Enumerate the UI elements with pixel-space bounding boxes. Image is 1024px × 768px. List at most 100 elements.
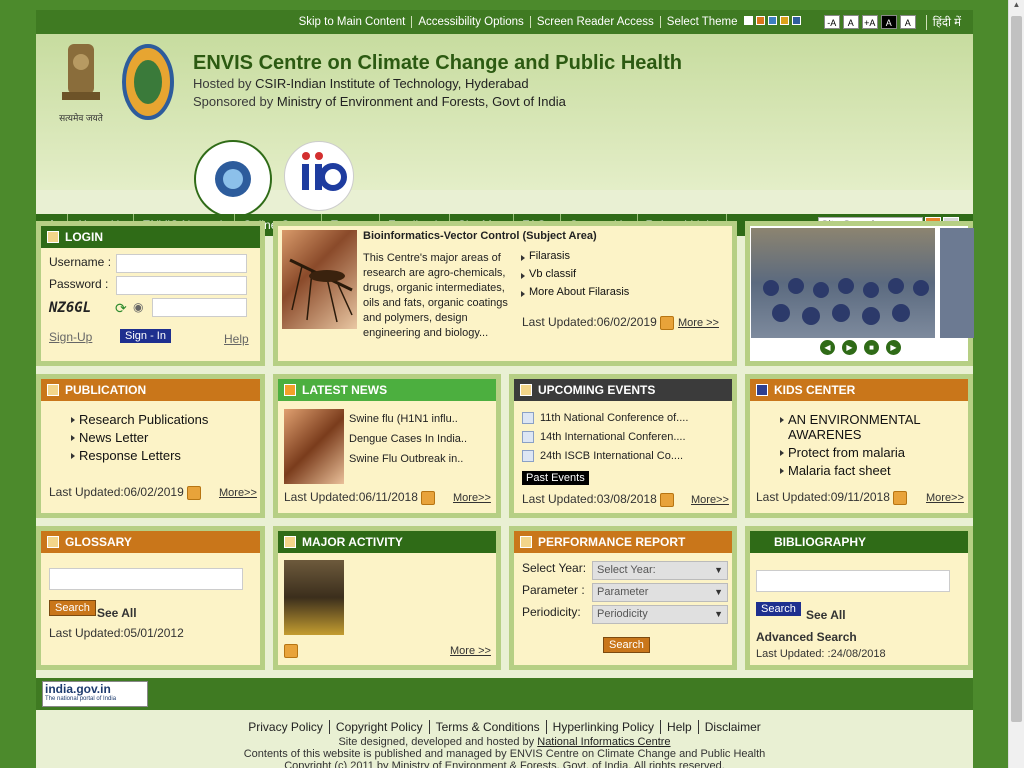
- news-item[interactable]: Swine flu (H1N1 influ..: [349, 409, 467, 429]
- accessibility-options-link[interactable]: Accessibility Options: [412, 16, 531, 28]
- past-events-button[interactable]: Past Events: [522, 471, 589, 485]
- help-link[interactable]: Help: [224, 332, 249, 346]
- font-normal-button[interactable]: A: [842, 15, 859, 29]
- glossary-search-input[interactable]: [49, 568, 243, 590]
- privacy-policy-link[interactable]: Privacy Policy: [242, 720, 330, 734]
- protect-from-malaria-link[interactable]: Protect from malaria: [788, 445, 905, 460]
- signin-button[interactable]: Sign - In: [120, 329, 171, 343]
- india-gov-sub: The national portal of India: [45, 696, 117, 702]
- filarasis-link[interactable]: Filarasis: [529, 250, 570, 262]
- search-icon[interactable]: [893, 490, 908, 505]
- copyright-policy-link[interactable]: Copyright Policy: [329, 720, 430, 734]
- glossary-see-all-link[interactable]: See All: [97, 606, 137, 620]
- search-icon[interactable]: [660, 315, 675, 330]
- stop-icon[interactable]: ■: [864, 340, 879, 355]
- emblem-motto: सत्यमेव जयते: [59, 113, 103, 123]
- kids-more-link[interactable]: More>>: [926, 492, 964, 504]
- audio-captcha-icon[interactable]: ◉: [133, 300, 143, 314]
- publication-header: PUBLICATION: [41, 379, 260, 401]
- event-link[interactable]: 11th National Conference of....: [540, 412, 688, 424]
- hyperlinking-policy-link[interactable]: Hyperlinking Policy: [546, 720, 662, 734]
- vertical-scrollbar[interactable]: ▲: [1008, 0, 1024, 768]
- password-input[interactable]: [116, 276, 247, 295]
- feature-more-link[interactable]: More >>: [678, 317, 719, 329]
- more-about-filarasis-link[interactable]: More About Filarasis: [529, 286, 629, 298]
- search-icon[interactable]: [421, 490, 436, 505]
- footer-help-link[interactable]: Help: [661, 720, 699, 734]
- event-link[interactable]: 24th ISCB International Co....: [540, 450, 683, 462]
- username-input[interactable]: [116, 254, 247, 273]
- event-link[interactable]: 14th International Conferen....: [540, 431, 686, 443]
- sponsor-link[interactable]: Ministry of Environment and Forests, Gov…: [277, 94, 566, 109]
- contents-note: Contents of this website is published an…: [243, 748, 766, 760]
- bibliography-search-button[interactable]: Search: [756, 602, 801, 616]
- nic-link[interactable]: National Informatics Centre: [537, 736, 670, 748]
- bibliography-updated: Last Updated: :24/08/2018: [756, 648, 886, 660]
- theme-darkblue-swatch[interactable]: [791, 16, 801, 25]
- scroll-up-icon[interactable]: ▲: [1009, 0, 1024, 14]
- theme-yellow-swatch[interactable]: [779, 16, 789, 25]
- login-body: Username : Password : NZ6GL ⟳ ◉ Sign-Up …: [41, 248, 260, 361]
- calendar-icon: [522, 450, 534, 463]
- bibliography-search-input[interactable]: [756, 570, 950, 592]
- research-publications-link[interactable]: Research Publications: [79, 412, 208, 427]
- events-title: UPCOMING EVENTS: [538, 383, 656, 397]
- news-item[interactable]: Swine Flu Outbreak in..: [349, 449, 467, 469]
- events-header: UPCOMING EVENTS: [514, 379, 732, 401]
- news-letter-link[interactable]: News Letter: [79, 430, 148, 445]
- contrast-dark-button[interactable]: A: [880, 15, 897, 29]
- bibliography-see-all-link[interactable]: See All: [806, 608, 846, 622]
- theme-orange-swatch[interactable]: [755, 16, 765, 25]
- calendar-icon: [522, 431, 534, 444]
- disclaimer-link[interactable]: Disclaimer: [699, 720, 767, 734]
- event-item: 24th ISCB International Co....: [522, 447, 688, 466]
- signup-link[interactable]: Sign-Up: [49, 330, 92, 344]
- terms-conditions-link[interactable]: Terms & Conditions: [429, 720, 547, 734]
- previous-icon[interactable]: ◀: [820, 340, 835, 355]
- skip-to-main-link[interactable]: Skip to Main Content: [293, 16, 413, 28]
- events-updated-text: Last Updated:03/08/2018: [522, 492, 657, 506]
- publication-more-link[interactable]: More>>: [219, 487, 257, 499]
- glossary-title: GLOSSARY: [65, 535, 132, 549]
- login-icon: [47, 231, 59, 243]
- response-letters-link[interactable]: Response Letters: [79, 448, 181, 463]
- search-icon[interactable]: [187, 485, 202, 500]
- captcha-input[interactable]: [152, 298, 247, 317]
- footer: india.gov.in The national portal of Indi…: [36, 678, 973, 768]
- sponsored-by: Sponsored by Ministry of Environment and…: [193, 94, 566, 109]
- font-decrease-button[interactable]: -A: [823, 15, 840, 29]
- activity-more-link[interactable]: More >>: [450, 645, 491, 657]
- theme-white-swatch[interactable]: [743, 16, 753, 25]
- refresh-captcha-icon[interactable]: ⟳: [115, 300, 127, 317]
- events-more-link[interactable]: More>>: [691, 494, 729, 506]
- next-icon[interactable]: ▶: [886, 340, 901, 355]
- environmental-awareness-link[interactable]: AN ENVIRONMENTAL AWARENES: [788, 412, 920, 442]
- national-emblem-logo: सत्यमेव जयते: [54, 42, 108, 123]
- glossary-search-button[interactable]: Search: [49, 600, 96, 616]
- performance-search-button[interactable]: Search: [603, 637, 650, 653]
- scrollbar-thumb[interactable]: [1011, 16, 1022, 722]
- theme-blue-swatch[interactable]: [767, 16, 777, 25]
- host-link[interactable]: CSIR-Indian Institute of Technology, Hyd…: [255, 76, 528, 91]
- news-more-link[interactable]: More>>: [453, 492, 491, 504]
- malaria-fact-sheet-link[interactable]: Malaria fact sheet: [788, 463, 891, 478]
- advanced-search-link[interactable]: Advanced Search: [756, 630, 857, 644]
- play-icon[interactable]: ▶: [842, 340, 857, 355]
- activity-panel: MAJOR ACTIVITY More >>: [273, 526, 501, 670]
- hindi-link[interactable]: हिंदी में: [925, 14, 967, 30]
- vb-classif-link[interactable]: Vb classif: [529, 268, 576, 280]
- events-list: 11th National Conference of.... 14th Int…: [522, 409, 688, 466]
- news-item[interactable]: Dengue Cases In India..: [349, 429, 467, 449]
- search-icon[interactable]: [284, 644, 298, 658]
- font-increase-button[interactable]: +A: [861, 15, 878, 29]
- india-gov-logo[interactable]: india.gov.in The national portal of Indi…: [42, 681, 148, 707]
- screen-reader-link[interactable]: Screen Reader Access: [531, 16, 661, 28]
- news-panel: LATEST NEWS Swine flu (H1N1 influ.. Deng…: [273, 374, 501, 518]
- parameter-select[interactable]: Parameter: [592, 583, 728, 602]
- periodicity-select[interactable]: Periodicity: [592, 605, 728, 624]
- year-select[interactable]: Select Year:: [592, 561, 728, 580]
- bibliography-panel: BIBLIOGRAPHY Search See All Advanced Sea…: [745, 526, 973, 670]
- search-icon[interactable]: [660, 492, 675, 507]
- eis-logo: [193, 139, 273, 219]
- contrast-light-button[interactable]: A: [899, 15, 916, 29]
